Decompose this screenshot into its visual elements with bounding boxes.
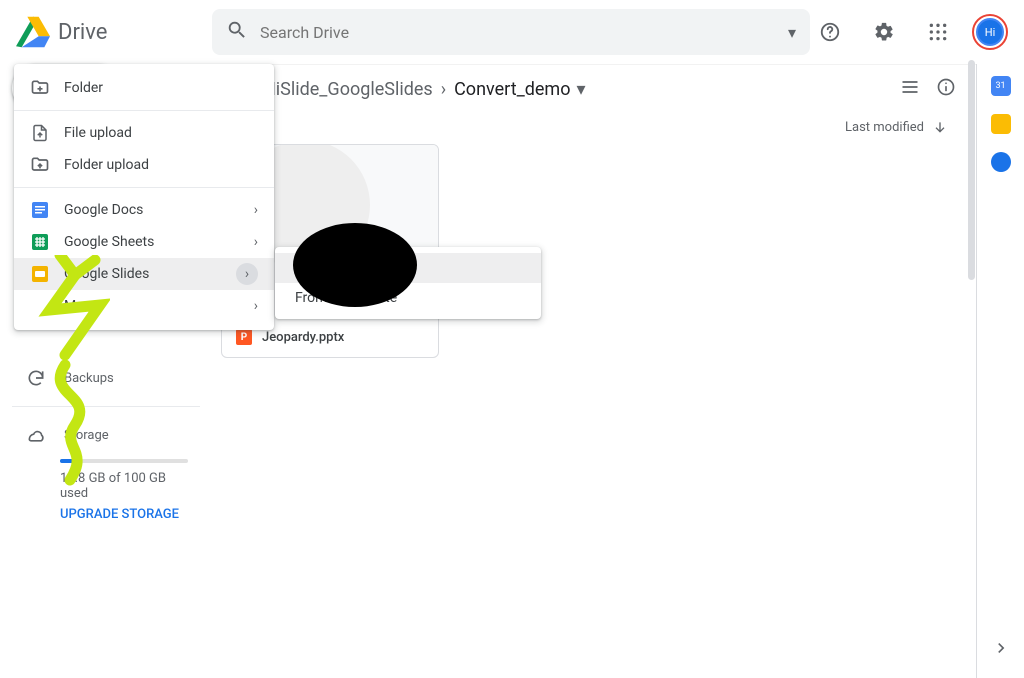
info-icon bbox=[936, 77, 956, 97]
upgrade-storage-link[interactable]: UPGRADE STORAGE bbox=[60, 507, 188, 522]
folder-plus-icon bbox=[30, 78, 50, 98]
drive-logo-icon bbox=[16, 15, 50, 49]
sidebar-item-label: Storage bbox=[64, 428, 109, 443]
chevron-right-icon: › bbox=[254, 298, 258, 314]
search-input[interactable] bbox=[260, 23, 788, 42]
sidebar-item-storage[interactable]: Storage bbox=[12, 417, 200, 453]
menu-item-google-docs[interactable]: Google Docs › bbox=[14, 194, 274, 226]
list-view-icon bbox=[900, 77, 920, 97]
submenu-from-template[interactable]: From a template bbox=[275, 283, 541, 313]
right-side-panel: 31 bbox=[976, 64, 1024, 678]
file-upload-icon bbox=[30, 123, 50, 143]
show-side-panel-button[interactable] bbox=[991, 638, 1011, 662]
sort-label: Last modified bbox=[845, 120, 924, 135]
menu-item-folder-upload[interactable]: Folder upload bbox=[14, 149, 274, 181]
arrow-down-icon bbox=[932, 119, 948, 135]
account-avatar[interactable]: Hi bbox=[972, 14, 1008, 50]
settings-button[interactable] bbox=[864, 12, 904, 52]
calendar-addon-icon[interactable]: 31 bbox=[991, 76, 1011, 96]
keep-addon-icon[interactable] bbox=[991, 114, 1011, 134]
search-icon bbox=[226, 19, 248, 45]
new-context-menu: Folder File upload Folder upload Google … bbox=[14, 64, 274, 330]
breadcrumb-current[interactable]: Convert_demo ▾ bbox=[454, 79, 585, 100]
chevron-right-icon: › bbox=[441, 79, 446, 100]
chevron-right-icon: › bbox=[236, 263, 258, 285]
backups-icon bbox=[26, 368, 46, 388]
slides-icon bbox=[30, 264, 50, 284]
app-name: Drive bbox=[58, 20, 107, 45]
breadcrumb: e › HiSlide_GoogleSlides › Convert_demo … bbox=[212, 65, 976, 113]
app-header: Drive ▾ Hi bbox=[0, 0, 1024, 64]
chevron-right-icon: › bbox=[254, 234, 258, 250]
menu-item-more[interactable]: More › bbox=[14, 290, 274, 322]
info-button[interactable] bbox=[936, 77, 956, 101]
apps-grid-icon bbox=[928, 22, 948, 42]
breadcrumb-item[interactable]: HiSlide_GoogleSlides bbox=[263, 79, 433, 100]
scrollbar[interactable] bbox=[964, 60, 976, 678]
gear-icon bbox=[873, 21, 895, 43]
file-name: Jeopardy.pptx bbox=[262, 330, 344, 345]
sort-control[interactable]: Last modified bbox=[212, 113, 976, 145]
sidebar-item-backups[interactable]: Backups bbox=[12, 360, 200, 396]
help-icon bbox=[819, 21, 841, 43]
chevron-right-icon bbox=[991, 638, 1011, 658]
tasks-addon-icon[interactable] bbox=[991, 152, 1011, 172]
docs-icon bbox=[30, 200, 50, 220]
list-view-button[interactable] bbox=[900, 77, 920, 101]
apps-button[interactable] bbox=[918, 12, 958, 52]
help-button[interactable] bbox=[810, 12, 850, 52]
submenu-blank-presentation[interactable]: Blank presentation bbox=[275, 253, 541, 283]
menu-item-google-sheets[interactable]: Google Sheets › bbox=[14, 226, 274, 258]
sidebar-item-label: Backups bbox=[64, 371, 114, 386]
menu-item-folder[interactable]: Folder bbox=[14, 72, 274, 104]
powerpoint-file-icon: P bbox=[236, 329, 252, 345]
menu-item-file-upload[interactable]: File upload bbox=[14, 117, 274, 149]
storage-usage-text: 16.8 GB of 100 GB used bbox=[60, 471, 188, 501]
chevron-down-icon: ▾ bbox=[576, 79, 585, 100]
sheets-icon bbox=[30, 232, 50, 252]
folder-upload-icon bbox=[30, 155, 50, 175]
header-actions: Hi bbox=[810, 12, 1008, 52]
storage-meter: 16.8 GB of 100 GB used UPGRADE STORAGE bbox=[12, 453, 200, 522]
menu-item-google-slides[interactable]: Google Slides › bbox=[14, 258, 274, 290]
storage-icon bbox=[26, 425, 46, 445]
chevron-right-icon: › bbox=[254, 202, 258, 218]
avatar-initials: Hi bbox=[976, 18, 1004, 46]
logo[interactable]: Drive bbox=[16, 15, 212, 49]
slides-submenu: Blank presentation From a template bbox=[275, 247, 541, 319]
search-bar[interactable]: ▾ bbox=[212, 9, 810, 55]
search-options-caret-icon[interactable]: ▾ bbox=[788, 23, 796, 42]
